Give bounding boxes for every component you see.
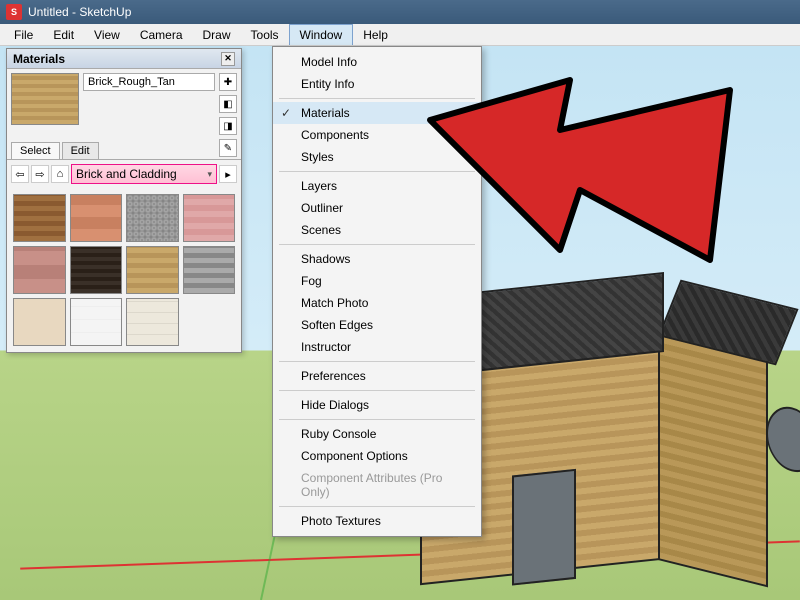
- eyedropper-icon[interactable]: ✎: [219, 139, 237, 157]
- menu-separator: [279, 361, 475, 362]
- door[interactable]: [512, 469, 576, 586]
- menu-item-component-attributes-pro-only-: Component Attributes (Pro Only): [273, 467, 481, 503]
- swatch[interactable]: [13, 298, 66, 346]
- title-bar: S Untitled - SketchUp: [0, 0, 800, 24]
- menu-item-photo-textures[interactable]: Photo Textures: [273, 510, 481, 532]
- menu-item-soften-edges[interactable]: Soften Edges: [273, 314, 481, 336]
- swatch[interactable]: [70, 298, 123, 346]
- library-combo-value: Brick and Cladding: [76, 167, 177, 181]
- menu-item-styles[interactable]: Styles: [273, 146, 481, 168]
- material-name-input[interactable]: [83, 73, 215, 91]
- swatch[interactable]: [126, 298, 179, 346]
- menu-item-hide-dialogs[interactable]: Hide Dialogs: [273, 394, 481, 416]
- menu-view[interactable]: View: [84, 24, 130, 45]
- materials-panel-title: Materials: [13, 52, 65, 66]
- nav-home-button[interactable]: ⌂: [51, 165, 69, 183]
- swatch[interactable]: [126, 246, 179, 294]
- swatch[interactable]: [13, 194, 66, 242]
- menu-item-component-options[interactable]: Component Options: [273, 445, 481, 467]
- menu-item-layers[interactable]: Layers: [273, 175, 481, 197]
- close-icon[interactable]: ✕: [221, 52, 235, 66]
- swatch[interactable]: [183, 246, 236, 294]
- swatch[interactable]: [13, 246, 66, 294]
- menu-item-fog[interactable]: Fog: [273, 270, 481, 292]
- menu-item-scenes[interactable]: Scenes: [273, 219, 481, 241]
- menu-draw[interactable]: Draw: [193, 24, 241, 45]
- tab-select[interactable]: Select: [11, 142, 60, 159]
- menu-bar: File Edit View Camera Draw Tools Window …: [0, 24, 800, 46]
- nav-back-button[interactable]: ⇦: [11, 165, 29, 183]
- swatch-grid: [7, 188, 241, 352]
- menu-tools[interactable]: Tools: [241, 24, 289, 45]
- menu-item-ruby-console[interactable]: Ruby Console: [273, 423, 481, 445]
- swatch[interactable]: [126, 194, 179, 242]
- menu-edit[interactable]: Edit: [43, 24, 84, 45]
- library-menu-button[interactable]: ▸: [219, 165, 237, 183]
- nav-forward-button[interactable]: ⇨: [31, 165, 49, 183]
- menu-item-instructor[interactable]: Instructor: [273, 336, 481, 358]
- window-menu-dropdown: Model InfoEntity Info MaterialsComponents…: [272, 46, 482, 537]
- menu-separator: [279, 244, 475, 245]
- app-logo-icon: S: [6, 4, 22, 20]
- menu-separator: [279, 419, 475, 420]
- swatch[interactable]: [70, 246, 123, 294]
- display-pane-button[interactable]: ◨: [219, 117, 237, 135]
- menu-item-entity-info[interactable]: Entity Info: [273, 73, 481, 95]
- menu-item-materials[interactable]: Materials: [273, 102, 481, 124]
- menu-window[interactable]: Window: [289, 24, 354, 45]
- materials-panel-header[interactable]: Materials ✕: [7, 49, 241, 69]
- library-combo[interactable]: Brick and Cladding: [71, 164, 217, 184]
- create-material-button[interactable]: ✚: [219, 73, 237, 91]
- menu-item-preferences[interactable]: Preferences: [273, 365, 481, 387]
- menu-separator: [279, 171, 475, 172]
- material-preview[interactable]: [11, 73, 79, 125]
- menu-help[interactable]: Help: [353, 24, 398, 45]
- swatch[interactable]: [70, 194, 123, 242]
- menu-item-components[interactable]: Components: [273, 124, 481, 146]
- set-default-button[interactable]: ◧: [219, 95, 237, 113]
- tab-edit[interactable]: Edit: [62, 142, 99, 159]
- wall-side[interactable]: [658, 332, 768, 587]
- menu-separator: [279, 390, 475, 391]
- menu-camera[interactable]: Camera: [130, 24, 193, 45]
- window-title: Untitled - SketchUp: [28, 5, 131, 19]
- menu-separator: [279, 98, 475, 99]
- menu-item-model-info[interactable]: Model Info: [273, 51, 481, 73]
- swatch[interactable]: [183, 194, 236, 242]
- menu-file[interactable]: File: [4, 24, 43, 45]
- menu-separator: [279, 506, 475, 507]
- materials-panel: Materials ✕ ✚ ◧ ◨ Select Edit ✎ ⇦ ⇨ ⌂ Br…: [6, 48, 242, 353]
- menu-item-match-photo[interactable]: Match Photo: [273, 292, 481, 314]
- menu-item-shadows[interactable]: Shadows: [273, 248, 481, 270]
- menu-item-outliner[interactable]: Outliner: [273, 197, 481, 219]
